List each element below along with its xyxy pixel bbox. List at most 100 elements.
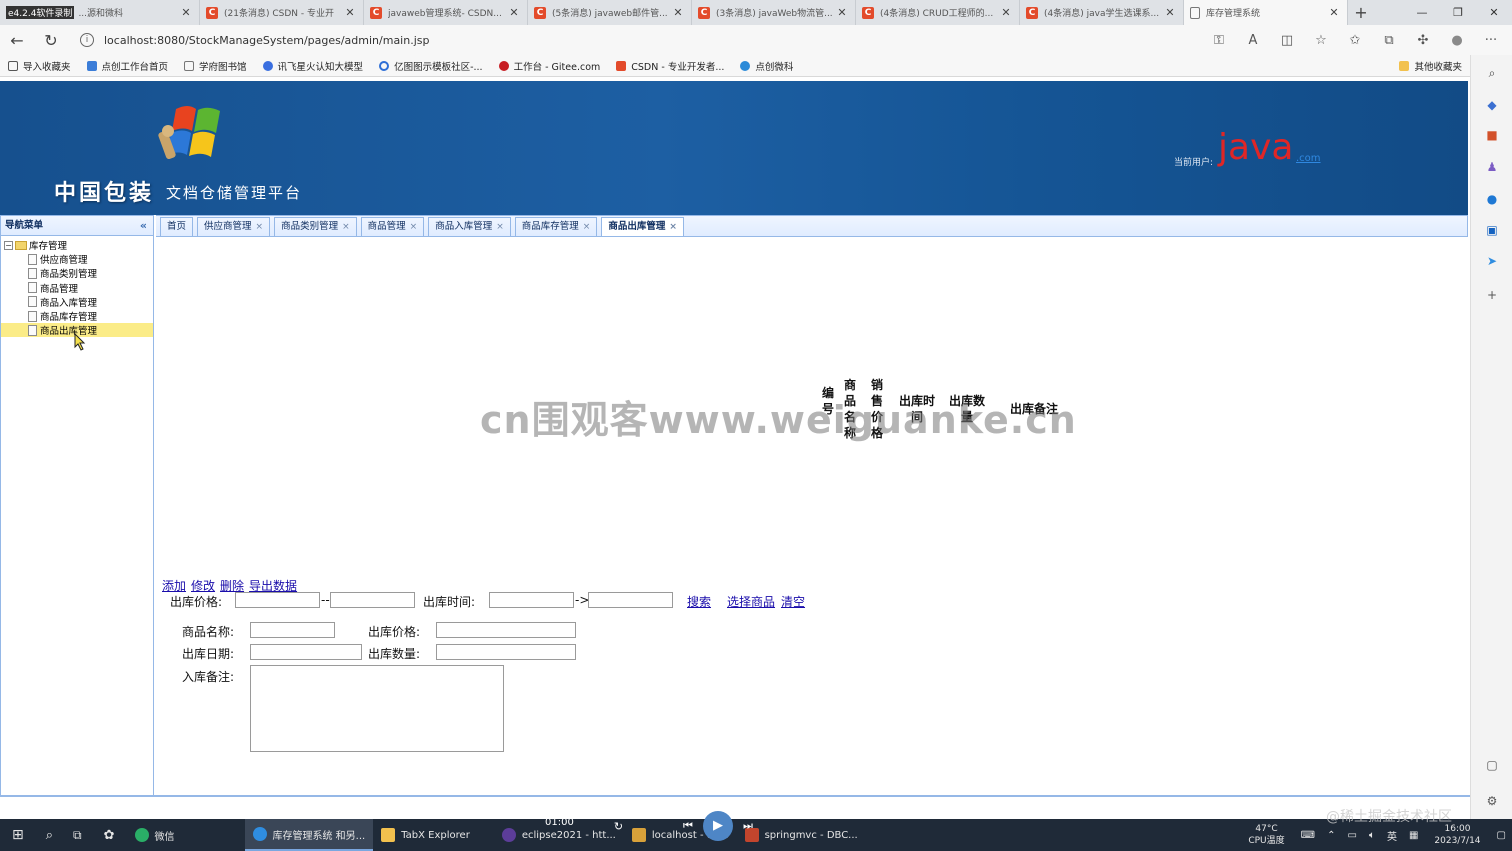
close-tab-icon[interactable]: ✕: [999, 6, 1013, 19]
tree-item-product[interactable]: 商品管理: [1, 281, 153, 295]
browser-tab[interactable]: C (21条消息) CSDN - 专业开 ✕: [200, 0, 364, 25]
tag-icon[interactable]: ◆: [1484, 97, 1500, 113]
bookmark-item[interactable]: 工作台 - Gitee.com: [491, 59, 609, 73]
clear-link[interactable]: 清空: [781, 593, 805, 610]
minimize-icon[interactable]: —: [1404, 0, 1440, 25]
bookmark-item[interactable]: 点创微科: [732, 59, 801, 73]
other-bookmarks[interactable]: 其他收藏夹: [1391, 59, 1470, 73]
close-tab-icon[interactable]: ✕: [507, 6, 521, 19]
new-tab-button[interactable]: +: [1348, 0, 1374, 25]
price-min-input[interactable]: [235, 592, 320, 608]
close-window-icon[interactable]: ✕: [1476, 0, 1512, 25]
url-field[interactable]: i localhost:8080/StockManageSystem/pages…: [80, 28, 1200, 52]
product-name-input[interactable]: [250, 622, 335, 638]
tab-inventory[interactable]: 商品库存管理 ×: [514, 217, 598, 236]
close-tab-icon[interactable]: ×: [583, 218, 591, 236]
bookmark-item[interactable]: 导入收藏夹: [0, 59, 79, 73]
delete-link[interactable]: 删除: [220, 579, 244, 593]
out-price-input[interactable]: [436, 622, 576, 638]
close-tab-icon[interactable]: ×: [342, 218, 350, 236]
toolbox-icon[interactable]: ■: [1484, 127, 1500, 143]
key-icon[interactable]: ⚿: [1202, 33, 1236, 48]
back-icon[interactable]: ←: [0, 31, 34, 50]
people-icon[interactable]: ♟: [1484, 159, 1500, 175]
profile-avatar[interactable]: ●: [1440, 33, 1474, 48]
export-link[interactable]: 导出数据: [249, 579, 297, 593]
refresh-icon[interactable]: ↻: [34, 31, 68, 50]
settings-icon[interactable]: ⚙: [1484, 793, 1500, 809]
office-icon[interactable]: ●: [1484, 191, 1500, 207]
bookmark-item[interactable]: 亿图图示模板社区-...: [371, 59, 491, 73]
add-link[interactable]: 添加: [162, 579, 186, 593]
send-icon[interactable]: ➤: [1484, 253, 1500, 269]
choose-product-link[interactable]: 选择商品: [727, 593, 775, 610]
screen-capture-icon[interactable]: ▢: [1484, 757, 1500, 773]
out-qty-input[interactable]: [436, 644, 576, 660]
tree-item-stock-in[interactable]: 商品入库管理: [1, 295, 153, 309]
restore-icon[interactable]: ❐: [1440, 0, 1476, 25]
close-tab-icon[interactable]: ✕: [671, 6, 685, 19]
browser-tab[interactable]: C (4条消息) java学生选课系... ✕: [1020, 0, 1184, 25]
close-tab-icon[interactable]: ×: [496, 218, 504, 236]
tree-root[interactable]: − 库存管理: [1, 238, 153, 252]
read-aloud-icon[interactable]: A: [1236, 33, 1270, 48]
taskbar-springmvc[interactable]: springmvc - DBC...: [737, 819, 866, 851]
refresh-icon[interactable]: ↻: [614, 820, 623, 833]
browser-tab[interactable]: Cjavaweb管理系统- CSDN... ✕: [364, 0, 528, 25]
collapse-icon[interactable]: «: [140, 216, 147, 236]
favorites-icon[interactable]: ✩: [1338, 33, 1372, 48]
close-tab-icon[interactable]: ×: [410, 218, 418, 236]
tab-home[interactable]: 首页: [160, 217, 194, 236]
tab-supplier[interactable]: 供应商管理 ×: [197, 217, 271, 236]
play-icon[interactable]: ▶: [702, 811, 733, 841]
extensions-icon[interactable]: ✣: [1406, 33, 1440, 48]
bookmark-item[interactable]: 讯飞星火认知大模型: [255, 59, 372, 73]
close-tab-icon[interactable]: ×: [669, 218, 677, 236]
split-screen-icon[interactable]: ◫: [1270, 33, 1304, 48]
browser-tab-active[interactable]: 库存管理系统 ✕: [1184, 0, 1348, 25]
tab-stock-in[interactable]: 商品入库管理 ×: [428, 217, 511, 236]
previous-icon[interactable]: ⏮: [683, 819, 693, 833]
browser-tab[interactable]: C (4条消息) CRUD工程师的... ✕: [856, 0, 1020, 25]
browser-tab[interactable]: C (3条消息) javaWeb物流管... ✕: [692, 0, 856, 25]
close-tab-icon[interactable]: ✕: [179, 6, 193, 19]
taskbar-wechat[interactable]: 微信: [127, 819, 183, 851]
tree-item-category[interactable]: 商品类别管理: [1, 266, 153, 280]
out-date-input[interactable]: [250, 644, 362, 660]
tree-item-inventory[interactable]: 商品库存管理: [1, 309, 153, 323]
next-icon[interactable]: ⏭: [743, 819, 753, 833]
price-max-input[interactable]: [330, 592, 415, 608]
add-icon[interactable]: +: [1484, 287, 1500, 303]
tab-category[interactable]: 商品类别管理 ×: [274, 217, 357, 236]
outlook-icon[interactable]: ▣: [1484, 222, 1500, 238]
search-icon[interactable]: ⌕: [1484, 65, 1500, 81]
remark-textarea[interactable]: [250, 665, 504, 752]
close-tab-icon[interactable]: ✕: [835, 6, 849, 19]
app-icon[interactable]: ✿: [92, 819, 127, 851]
close-tab-icon[interactable]: ✕: [1327, 6, 1341, 19]
bookmark-item[interactable]: 学府图书馆: [176, 59, 255, 73]
taskbar-tabx[interactable]: TabX Explorer: [373, 819, 478, 851]
notification-icon[interactable]: ▢: [1491, 819, 1512, 851]
taskbar-edge[interactable]: 库存管理系统 和另...: [244, 819, 374, 851]
more-icon[interactable]: ···: [1474, 33, 1508, 48]
bookmark-item[interactable]: 点创工作台首页: [79, 59, 177, 73]
keyboard-icon[interactable]: ⌨: [1295, 819, 1321, 851]
tab-product[interactable]: 商品管理 ×: [360, 217, 425, 236]
favorite-star-icon[interactable]: ☆: [1304, 33, 1338, 48]
search-icon[interactable]: ⌕: [36, 819, 63, 851]
time-end-input[interactable]: [588, 592, 673, 608]
collapse-tree-icon[interactable]: −: [4, 240, 13, 250]
browser-tab[interactable]: C (5条消息) javaweb邮件管... ✕: [528, 0, 692, 25]
tree-item-supplier[interactable]: 供应商管理: [1, 252, 153, 266]
close-tab-icon[interactable]: ✕: [1163, 6, 1177, 19]
time-start-input[interactable]: [489, 592, 574, 608]
task-view-icon[interactable]: ⧉: [63, 819, 92, 851]
search-link[interactable]: 搜索: [687, 593, 711, 610]
tab-stock-out[interactable]: 商品出库管理 ×: [601, 217, 684, 236]
start-icon[interactable]: ⊞: [0, 819, 36, 851]
bookmark-item[interactable]: CSDN - 专业开发者...: [608, 59, 732, 73]
edit-link[interactable]: 修改: [191, 579, 215, 593]
site-info-icon[interactable]: i: [80, 33, 94, 47]
system-clock[interactable]: 16:00 2023/7/14: [1424, 823, 1490, 847]
